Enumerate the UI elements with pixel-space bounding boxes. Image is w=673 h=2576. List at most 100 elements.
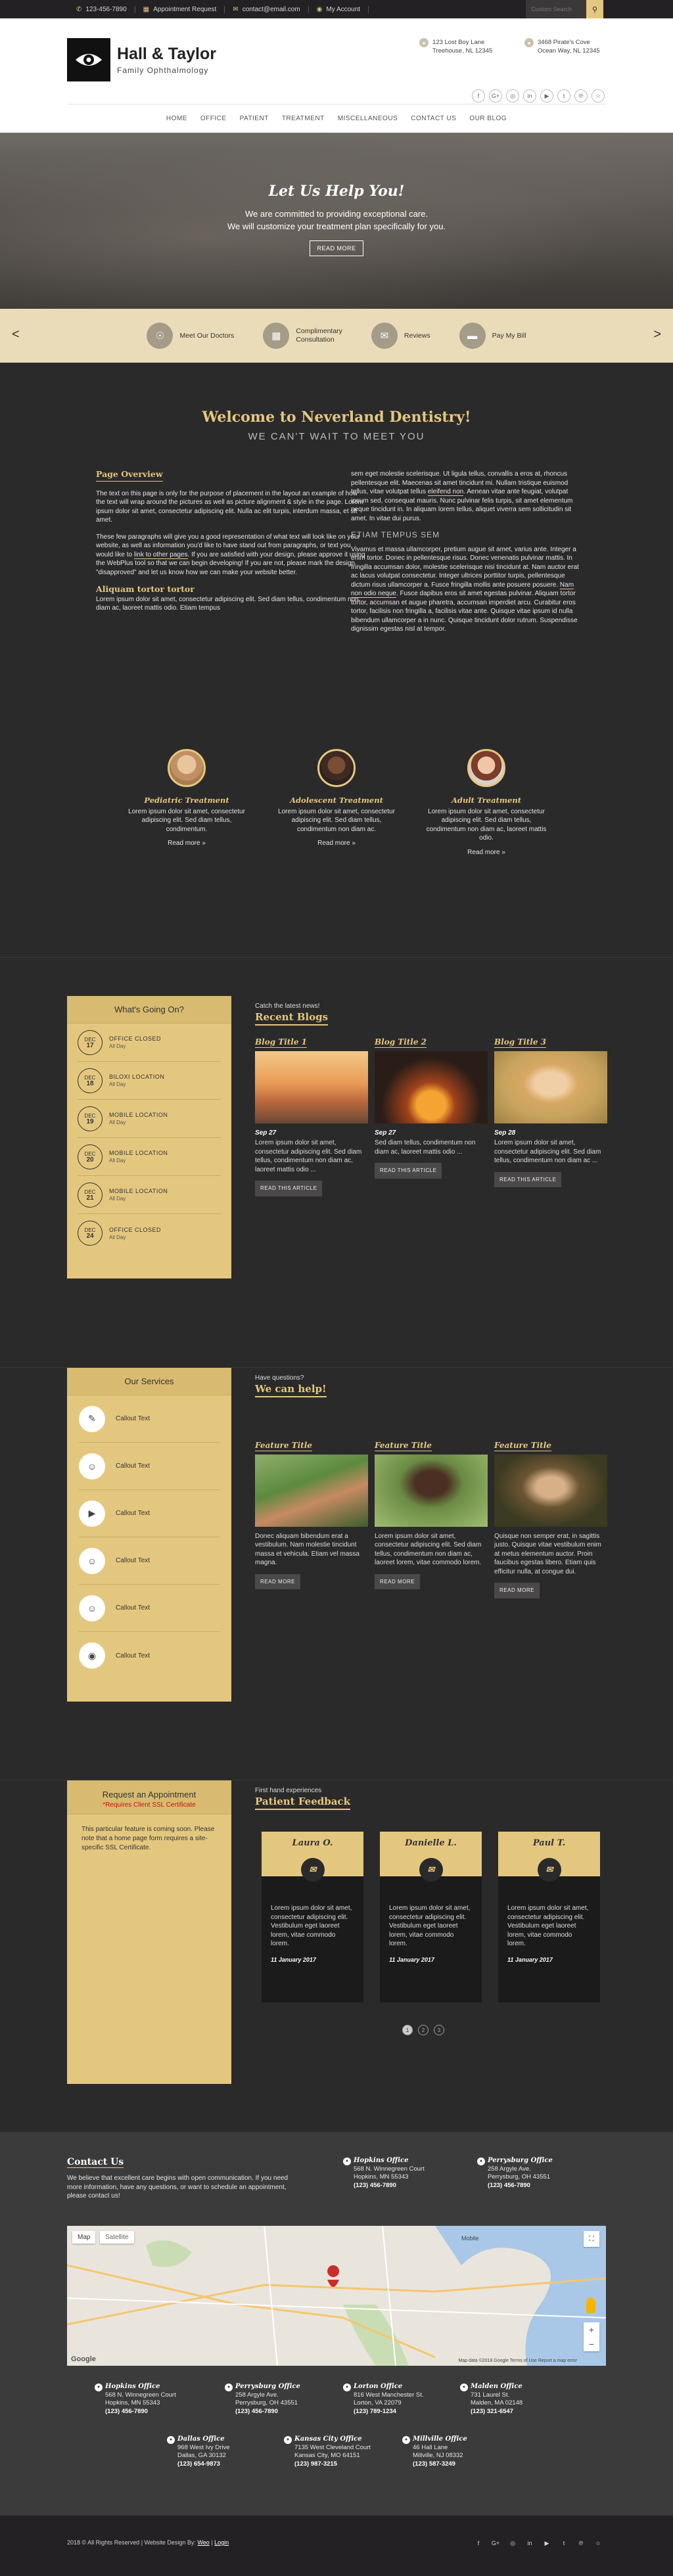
event-item[interactable]: DEC 21 MOBILE LOCATION All Day <box>78 1176 221 1214</box>
blog-image[interactable] <box>375 1051 488 1123</box>
twitter-icon[interactable]: t <box>557 2537 570 2550</box>
address-2[interactable]: ● 3468 Pirate's Cove Ocean Way, NL 12345 <box>524 38 600 55</box>
facebook-icon[interactable]: f <box>472 89 485 102</box>
service-item[interactable]: ▶ Callout Text <box>79 1490 220 1537</box>
linkedin-icon[interactable]: in <box>523 2537 536 2550</box>
pinterest-icon[interactable]: ℗ <box>574 2537 588 2550</box>
nav-our-blog[interactable]: OUR BLOG <box>469 112 507 125</box>
nav-treatment[interactable]: TREATMENT <box>282 112 325 125</box>
carousel-dot[interactable]: 2 <box>418 2025 429 2035</box>
blog-title-link[interactable]: Blog Title 1 <box>255 1037 308 1048</box>
google-plus-icon[interactable]: G+ <box>489 2537 502 2550</box>
link-to-other-pages[interactable]: link to other pages <box>133 551 188 559</box>
carousel-dot[interactable]: 1 <box>402 2025 413 2035</box>
blogs-pre-heading: Catch the latest news! <box>255 1003 320 1010</box>
account-link[interactable]: ◉ My Account <box>309 5 369 13</box>
logo[interactable]: Hall & Taylor Family Ophthalmology <box>67 38 216 81</box>
zoom-out-button[interactable]: − <box>584 2337 599 2351</box>
search-button[interactable]: ⚲ <box>586 0 603 18</box>
feature-image[interactable] <box>255 1454 368 1527</box>
pinterest-icon[interactable]: ℗ <box>574 89 588 102</box>
event-item[interactable]: DEC 19 MOBILE LOCATION All Day <box>78 1100 221 1138</box>
email-link[interactable]: ✉ contact@email.com <box>225 5 309 13</box>
zoom-in-button[interactable]: + <box>584 2322 599 2337</box>
read-more-button[interactable]: READ MORE <box>494 1583 540 1598</box>
quick-link-doctors[interactable]: ☉ Meet Our Doctors <box>147 323 234 349</box>
request-text: This particular feature is coming soon. … <box>81 1826 215 1851</box>
event-item[interactable]: DEC 17 OFFICE CLOSED All Day <box>78 1024 221 1062</box>
instagram-icon[interactable]: ◎ <box>506 2537 519 2550</box>
event-item[interactable]: DEC 20 MOBILE LOCATION All Day <box>78 1138 221 1176</box>
nav-miscellaneous[interactable]: MISCELLANEOUS <box>338 112 398 125</box>
office-top-hopkins[interactable]: ● Hopkins Office 568 N. Winnegreen Court… <box>343 2157 425 2190</box>
hero-read-more-button[interactable]: READ MORE <box>310 240 363 256</box>
office-dallas[interactable]: ● Dallas Office 968 West Ivy Drive Dalla… <box>167 2435 230 2468</box>
google-plus-icon[interactable]: G+ <box>489 89 502 102</box>
facebook-icon[interactable]: f <box>472 2537 485 2550</box>
read-more-link[interactable]: Read more » <box>275 839 398 848</box>
read-article-button[interactable]: READ THIS ARTICLE <box>494 1171 562 1187</box>
appointment-link[interactable]: ▦ Appointment Request <box>135 5 225 13</box>
blog-title-link[interactable]: Blog Title 2 <box>375 1037 427 1048</box>
satellite-tab[interactable]: Satellite <box>100 2231 134 2244</box>
blog-title-link[interactable]: Blog Title 3 <box>494 1037 547 1048</box>
read-more-button[interactable]: READ MORE <box>375 1573 420 1589</box>
instagram-icon[interactable]: ◎ <box>506 89 519 102</box>
read-article-button[interactable]: READ THIS ARTICLE <box>255 1181 323 1196</box>
quick-link-pay-bill[interactable]: ▬ Pay My Bill <box>459 323 526 349</box>
yelp-icon[interactable]: ☆ <box>592 89 605 102</box>
next-arrow-icon[interactable]: > <box>653 327 661 342</box>
fullscreen-icon[interactable]: ⛶ <box>584 2231 599 2247</box>
feature-title-link[interactable]: Feature Title <box>255 1441 312 1451</box>
feature-title-link[interactable]: Feature Title <box>494 1441 551 1451</box>
nav-office[interactable]: OFFICE <box>200 112 227 125</box>
carousel-dot[interactable]: 3 <box>434 2025 444 2035</box>
office-millville[interactable]: ● Millville Office 46 Hall Lane Millvill… <box>402 2435 467 2468</box>
search-input[interactable] <box>526 0 586 18</box>
phone-link[interactable]: ✆ 123-456-7890 <box>68 5 135 13</box>
feature-image[interactable] <box>494 1454 607 1527</box>
office-perrysburg[interactable]: ● Perrysburg Office 258 Argyle Ave. Perr… <box>225 2383 300 2416</box>
quick-link-reviews[interactable]: ✉ Reviews <box>371 323 430 349</box>
office-top-perrysburg[interactable]: ● Perrysburg Office 258 Argyle Ave. Perr… <box>477 2157 553 2190</box>
office-malden[interactable]: ● Malden Office 731 Laurel St. Malden, M… <box>460 2383 522 2416</box>
service-item[interactable]: ☺ Callout Text <box>79 1443 220 1490</box>
prev-arrow-icon[interactable]: < <box>12 327 20 342</box>
designer-link[interactable]: Weo <box>197 2539 209 2546</box>
credit-card-icon: ▬ <box>459 323 486 349</box>
pegman-icon[interactable] <box>586 2297 595 2313</box>
login-link[interactable]: Login <box>214 2539 229 2546</box>
service-item[interactable]: ◉ Callout Text <box>79 1632 220 1679</box>
nav-contact-us[interactable]: CONTACT US <box>411 112 456 125</box>
read-more-button[interactable]: READ MORE <box>255 1573 300 1589</box>
blog-image[interactable] <box>494 1051 607 1123</box>
event-item[interactable]: DEC 18 BILOXI LOCATION All Day <box>78 1062 221 1100</box>
map-tab[interactable]: Map <box>72 2231 96 2244</box>
service-item[interactable]: ☺ Callout Text <box>79 1537 220 1585</box>
youtube-icon[interactable]: ▶ <box>540 89 553 102</box>
office-kansas-city[interactable]: ● Kansas City Office 7135 West Cleveland… <box>284 2435 371 2468</box>
feature-title-link[interactable]: Feature Title <box>375 1441 432 1451</box>
read-more-link[interactable]: Read more » <box>126 839 248 848</box>
read-article-button[interactable]: READ THIS ARTICLE <box>375 1163 442 1179</box>
feature-image[interactable] <box>375 1454 488 1527</box>
footer-social-links: f G+ ◎ in ▶ t ℗ ☆ <box>472 2537 605 2550</box>
quick-link-consultation[interactable]: ▦ Complimentary Consultation <box>263 323 342 349</box>
address-1[interactable]: ● 123 Lost Boy Lane Treehouse, NL 12345 <box>419 38 492 55</box>
service-item[interactable]: ☺ Callout Text <box>79 1585 220 1632</box>
blog-image[interactable] <box>255 1051 368 1123</box>
etiam-heading: ETIAM TEMPUS SEM <box>351 530 440 539</box>
read-more-link[interactable]: Read more » <box>425 848 547 857</box>
event-item[interactable]: DEC 24 OFFICE CLOSED All Day <box>78 1214 221 1252</box>
nav-patient[interactable]: PATIENT <box>240 112 269 125</box>
twitter-icon[interactable]: t <box>557 89 570 102</box>
yelp-icon[interactable]: ☆ <box>592 2537 605 2550</box>
office-lorton[interactable]: ● Lorton Office 816 West Manchester St. … <box>343 2383 424 2416</box>
linkedin-icon[interactable]: in <box>523 89 536 102</box>
nav-home[interactable]: HOME <box>166 112 187 125</box>
service-item[interactable]: ✎ Callout Text <box>79 1395 220 1443</box>
map-embed[interactable]: Map Satellite Mobile ⛶ + − Google Map da… <box>67 2226 606 2366</box>
youtube-icon[interactable]: ▶ <box>540 2537 553 2550</box>
office-hopkins[interactable]: ● Hopkins Office 568 N. Winnegreen Court… <box>95 2383 176 2416</box>
eleifend-link[interactable]: eleifend non <box>427 488 464 496</box>
